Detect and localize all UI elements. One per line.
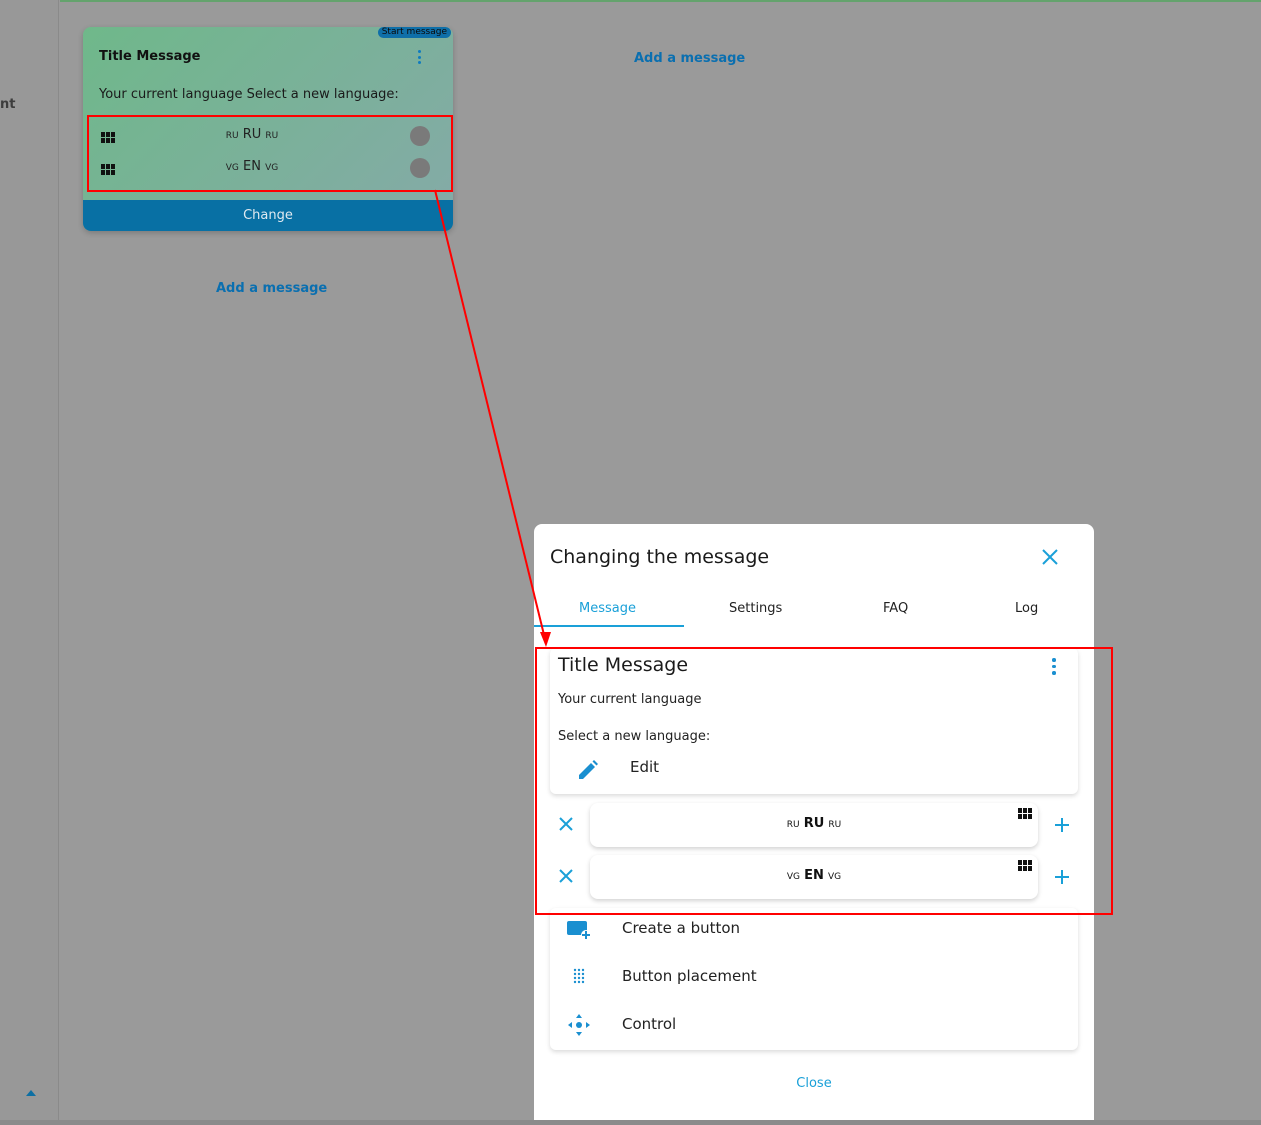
tab-settings[interactable]: Settings bbox=[729, 601, 782, 616]
add-button-icon bbox=[567, 921, 591, 940]
modal-title: Changing the message bbox=[550, 546, 770, 568]
create-button-action[interactable]: Create a button bbox=[550, 913, 1078, 945]
card-menu-icon[interactable] bbox=[418, 50, 422, 66]
close-button[interactable]: Close bbox=[534, 1076, 1094, 1091]
bottom-scrollbar[interactable] bbox=[0, 1120, 1261, 1125]
tab-message[interactable]: Message bbox=[579, 601, 636, 616]
top-progress-line bbox=[60, 0, 1261, 2]
control-action[interactable]: Control bbox=[550, 1009, 1078, 1041]
button-placement-action[interactable]: Button placement bbox=[550, 961, 1078, 993]
active-tab-indicator bbox=[534, 625, 684, 627]
left-sidebar: nt bbox=[0, 0, 59, 1120]
create-button-label: Create a button bbox=[622, 919, 741, 937]
close-icon[interactable] bbox=[1039, 546, 1061, 568]
move-icon bbox=[568, 1014, 590, 1036]
collapse-arrow-icon[interactable] bbox=[26, 1090, 36, 1096]
actions-menu: Create a button Button placement Control bbox=[550, 908, 1078, 1050]
sidebar-label: nt bbox=[0, 97, 16, 112]
tab-faq[interactable]: FAQ bbox=[883, 601, 908, 616]
tab-bar: Message Settings FAQ Log bbox=[534, 596, 1094, 628]
button-placement-label: Button placement bbox=[622, 967, 757, 985]
tab-log[interactable]: Log bbox=[1015, 601, 1038, 616]
annotation-box-source bbox=[87, 115, 453, 192]
add-message-link-bottom[interactable]: Add a message bbox=[216, 281, 327, 296]
card-text: Your current language Select a new langu… bbox=[99, 87, 399, 102]
start-message-badge: Start message bbox=[377, 27, 451, 38]
change-button[interactable]: Change bbox=[83, 200, 453, 231]
add-message-link-top[interactable]: Add a message bbox=[634, 51, 745, 66]
grid-dots-icon bbox=[573, 968, 585, 984]
annotation-box-target bbox=[535, 647, 1113, 915]
control-label: Control bbox=[622, 1015, 677, 1033]
card-title: Title Message bbox=[99, 49, 201, 64]
